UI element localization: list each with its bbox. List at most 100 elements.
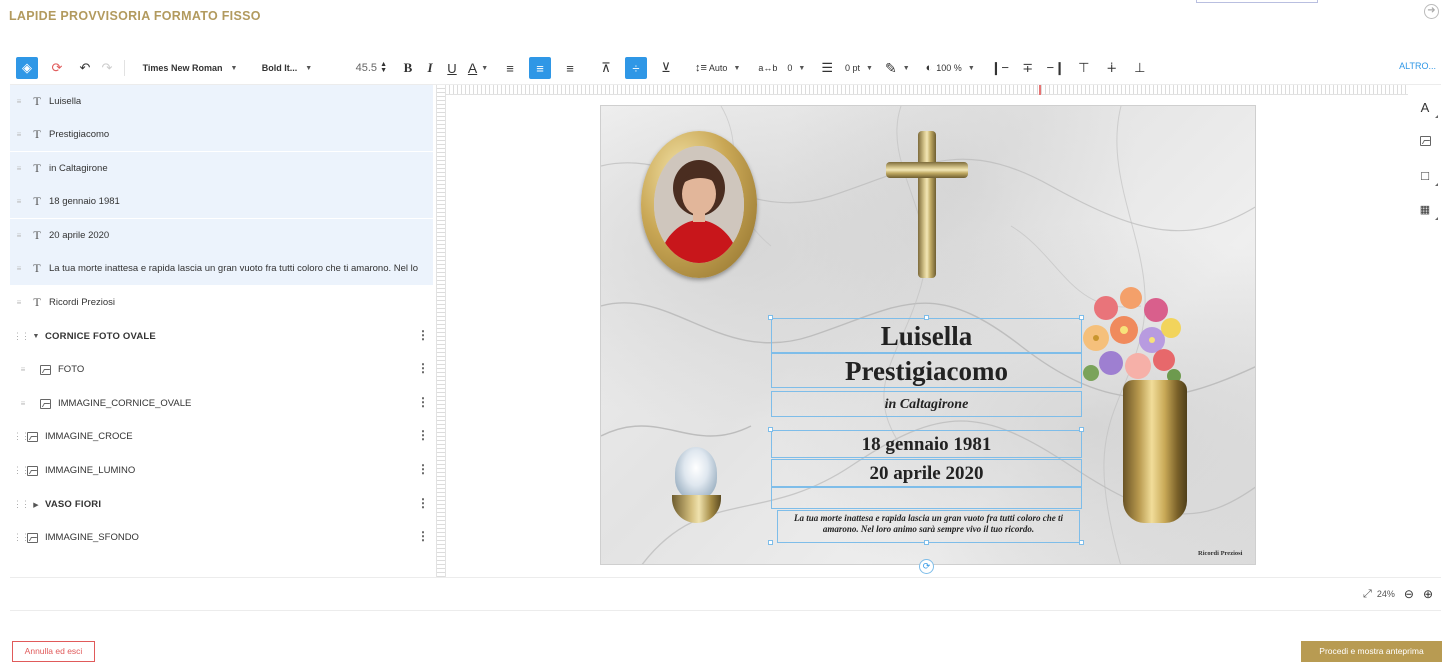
drag-handle-icon[interactable]: ≡ xyxy=(18,399,28,408)
align-objects-bottom-icon[interactable]: ⊥ xyxy=(1129,57,1151,79)
birth-date-text[interactable]: 18 gennaio 1981 xyxy=(771,430,1082,458)
place-text[interactable]: in Caltagirone xyxy=(771,391,1082,417)
kebab-menu-icon[interactable]: ⋮ xyxy=(417,395,429,409)
font-size-stepper[interactable]: 45.5 ▲ ▼ xyxy=(325,56,387,80)
valign-top-icon[interactable]: ⊼ xyxy=(595,57,617,79)
image-tool-icon[interactable] xyxy=(1410,124,1440,158)
stroke-color-button[interactable]: ✎ ▼ xyxy=(885,56,910,80)
first-name-text[interactable]: Luisella xyxy=(771,318,1082,353)
align-objects-right-icon[interactable]: −❙ xyxy=(1045,57,1067,79)
resize-handle[interactable] xyxy=(1079,315,1084,320)
valign-middle-icon[interactable]: ÷ xyxy=(625,57,647,79)
header-tab[interactable] xyxy=(1196,0,1318,3)
kebab-menu-icon[interactable]: ⋮ xyxy=(417,361,429,375)
cross-image[interactable] xyxy=(918,131,936,278)
drag-handle-icon[interactable]: ≡ xyxy=(14,164,24,173)
kebab-menu-icon[interactable]: ⋮ xyxy=(417,529,429,543)
drag-handle-icon[interactable]: ≡ xyxy=(18,365,28,374)
chevron-right-icon[interactable]: ▶ xyxy=(31,501,41,509)
drag-grip-icon[interactable]: ⋮⋮ xyxy=(13,532,30,543)
resize-handle[interactable] xyxy=(768,315,773,320)
drag-handle-icon[interactable]: ≡ xyxy=(14,231,24,240)
layer-row[interactable]: ≡ T 20 aprile 2020 xyxy=(10,219,433,252)
rotate-icon[interactable]: ⟳ xyxy=(919,559,934,574)
layer-row[interactable]: ⋮⋮ IMMAGINE_CROCE ⋮ xyxy=(10,420,433,453)
reset-icon[interactable]: ⟳ xyxy=(46,57,68,79)
drag-grip-icon[interactable]: ⋮⋮ xyxy=(13,431,30,442)
resize-handle[interactable] xyxy=(768,540,773,545)
kebab-menu-icon[interactable]: ⋮ xyxy=(417,462,429,476)
vase-image[interactable] xyxy=(1123,380,1187,523)
undo-icon[interactable]: ↶ xyxy=(74,57,96,79)
layer-row[interactable]: ⋮⋮ IMMAGINE_SFONDO ⋮ xyxy=(10,521,433,554)
bold-button[interactable]: B xyxy=(397,57,419,79)
drag-grip-icon[interactable]: ⋮⋮ xyxy=(13,499,30,510)
death-date-text[interactable]: 20 aprile 2020 xyxy=(771,459,1082,487)
text-color-button[interactable]: A ▼ xyxy=(463,57,493,79)
layer-row[interactable]: ≡ T Ricordi Preziosi xyxy=(10,286,433,319)
align-center-icon[interactable]: ≡ xyxy=(529,57,551,79)
font-family-select[interactable]: Times New Roman ▼ xyxy=(131,56,249,80)
layer-row[interactable]: ⋮⋮ ▶ VASO FIORI ⋮ xyxy=(10,488,433,521)
signature-text[interactable]: Ricordi Preziosi xyxy=(1198,550,1242,557)
cancel-button[interactable]: Annulla ed esci xyxy=(12,641,95,662)
more-tools-link[interactable]: ALTRO... xyxy=(1399,61,1436,71)
resize-handle[interactable] xyxy=(1079,427,1084,432)
line-spacing-select[interactable]: ↕≡ Auto ▼ xyxy=(695,56,740,80)
letter-spacing-select[interactable]: a↔b 0 ▼ xyxy=(758,56,805,80)
layer-row[interactable]: ≡ T Prestigiacomo xyxy=(10,118,433,151)
align-objects-hcenter-icon[interactable]: ∓ xyxy=(1017,57,1039,79)
align-right-icon[interactable]: ≡ xyxy=(559,57,581,79)
align-left-icon[interactable]: ≡ xyxy=(499,57,521,79)
zoom-in-icon[interactable]: ⊕ xyxy=(1423,587,1433,601)
align-objects-left-icon[interactable]: ❙− xyxy=(989,57,1011,79)
valign-bottom-icon[interactable]: ⊻ xyxy=(655,57,677,79)
drag-grip-icon[interactable]: ⋮⋮ xyxy=(13,331,30,342)
layers-icon[interactable]: ◈ xyxy=(16,57,38,79)
resize-handle[interactable] xyxy=(768,427,773,432)
layer-row[interactable]: ≡ T La tua morte inattesa e rapida lasci… xyxy=(10,252,433,285)
layer-row[interactable]: ≡ FOTO ⋮ xyxy=(10,353,433,386)
layer-row[interactable]: ≡ T Luisella xyxy=(10,85,433,118)
align-objects-top-icon[interactable]: ⊤ xyxy=(1073,57,1095,79)
redo-icon[interactable]: ↷ xyxy=(96,57,118,79)
kebab-menu-icon[interactable]: ⋮ xyxy=(417,428,429,442)
stepper-arrows-icon[interactable]: ▲ ▼ xyxy=(380,61,387,74)
empty-text-box[interactable] xyxy=(771,487,1082,509)
drag-grip-icon[interactable]: ⋮⋮ xyxy=(13,465,30,476)
text-tool-icon[interactable]: A xyxy=(1410,90,1440,124)
last-name-text[interactable]: Prestigiacomo xyxy=(771,353,1082,388)
resize-handle[interactable] xyxy=(924,315,929,320)
epitaph-text[interactable]: La tua morte inattesa e rapida lascia un… xyxy=(777,510,1080,543)
kebab-menu-icon[interactable]: ⋮ xyxy=(417,496,429,510)
resize-handle[interactable] xyxy=(1079,540,1084,545)
exit-icon[interactable]: ➜ xyxy=(1424,4,1439,19)
opacity-select[interactable]: ◐ 100 % ▼ xyxy=(926,56,975,80)
layer-row[interactable]: ≡ IMMAGINE_CORNICE_OVALE ⋮ xyxy=(10,387,433,420)
drag-handle-icon[interactable]: ≡ xyxy=(14,130,24,139)
layer-name: IMMAGINE_CROCE xyxy=(45,431,133,442)
chevron-down-icon[interactable]: ▼ xyxy=(31,333,41,340)
drag-handle-icon[interactable]: ≡ xyxy=(14,298,24,307)
layer-row[interactable]: ⋮⋮ IMMAGINE_LUMINO ⋮ xyxy=(10,454,433,487)
shape-tool-icon[interactable]: □ xyxy=(1410,158,1440,192)
italic-button[interactable]: I xyxy=(419,57,441,79)
align-objects-vcenter-icon[interactable]: ∔ xyxy=(1101,57,1123,79)
drag-handle-icon[interactable]: ≡ xyxy=(14,264,24,273)
portrait-photo[interactable] xyxy=(654,146,744,263)
fit-screen-icon[interactable]: ⤢ xyxy=(1363,588,1372,601)
layer-row[interactable]: ≡ T in Caltagirone xyxy=(10,152,433,185)
layer-row[interactable]: ≡ T 18 gennaio 1981 xyxy=(10,185,433,218)
qrcode-tool-icon[interactable]: ▦ xyxy=(1410,192,1440,226)
proceed-button[interactable]: Procedi e mostra anteprima xyxy=(1301,641,1442,662)
kebab-menu-icon[interactable]: ⋮ xyxy=(417,328,429,342)
resize-handle[interactable] xyxy=(924,540,929,545)
drag-handle-icon[interactable]: ≡ xyxy=(14,197,24,206)
drag-handle-icon[interactable]: ≡ xyxy=(14,97,24,106)
layer-row[interactable]: ⋮⋮ ▼ CORNICE FOTO OVALE ⋮ xyxy=(10,320,433,353)
stroke-width-select[interactable]: ☰ 0 pt ▼ xyxy=(821,56,873,80)
candle-lantern-image[interactable] xyxy=(675,447,717,499)
zoom-out-icon[interactable]: ⊖ xyxy=(1404,587,1414,601)
font-style-select[interactable]: Bold It... ▼ xyxy=(249,56,325,80)
underline-button[interactable]: U xyxy=(441,57,463,79)
